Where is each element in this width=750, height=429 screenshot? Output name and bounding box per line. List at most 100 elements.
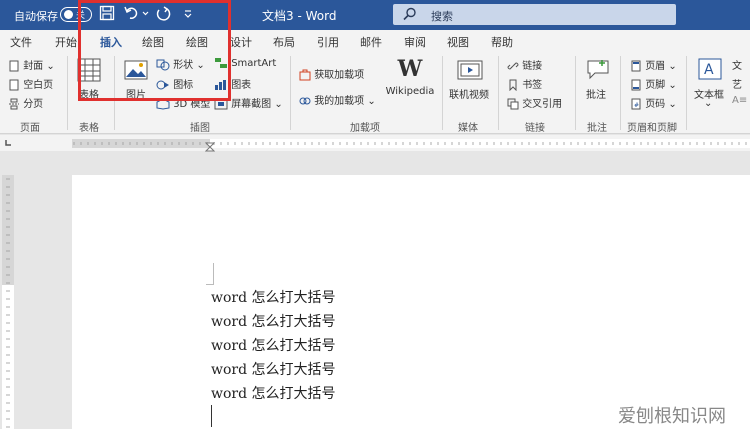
cover-page-button[interactable]: 封面 ⌄	[8, 57, 55, 72]
search-box[interactable]: 搜索	[393, 4, 676, 25]
cross-reference-button[interactable]: 交叉引用	[507, 95, 562, 110]
separator	[575, 56, 576, 130]
document-line[interactable]: word 怎么打大括号	[211, 311, 336, 331]
link-icon	[507, 62, 519, 70]
online-video-label: 联机视频	[449, 90, 489, 101]
group-label-pages: 页面	[20, 123, 40, 134]
dropdown-arrow: ⌄	[665, 80, 677, 91]
tab-layout[interactable]: 布局	[273, 34, 295, 50]
wikipedia-label: Wikipedia	[385, 86, 435, 97]
bookmark-button[interactable]: 书签	[507, 76, 542, 91]
dropcap-icon[interactable]: A≡	[732, 95, 747, 106]
blank-page-icon	[9, 79, 19, 91]
blank-page-label: 空白页	[23, 80, 54, 91]
dropdown-arrow: ⌄	[665, 99, 677, 110]
my-addins-icon	[299, 97, 311, 105]
text-cursor	[211, 405, 212, 427]
svg-text:A: A	[704, 62, 714, 78]
separator	[498, 56, 499, 130]
wikipedia-button[interactable]: W Wikipedia	[385, 58, 435, 97]
tab-review[interactable]: 审阅	[404, 34, 426, 50]
separator	[686, 56, 687, 130]
wordart-label: 艺	[732, 80, 742, 91]
header-button[interactable]: 页眉 ⌄	[630, 57, 677, 72]
tab-file[interactable]: 文件	[10, 34, 32, 50]
tab-mailings[interactable]: 邮件	[360, 34, 382, 50]
document-title: 文档3 - Word	[262, 9, 337, 23]
dropdown-arrow: ⌄	[704, 98, 713, 109]
bookmark-label: 书签	[522, 80, 543, 91]
document-line[interactable]: word 怎么打大括号	[211, 359, 336, 379]
dropdown-arrow: ⌄	[665, 61, 677, 72]
link-button[interactable]: 链接	[507, 57, 542, 72]
cover-page-label: 封面	[23, 61, 44, 72]
my-addins-button[interactable]: 我的加载项 ⌄	[299, 92, 376, 107]
chart-label: 图表	[231, 80, 252, 91]
document-line[interactable]: word 怎么打大括号	[211, 383, 336, 403]
online-video-icon	[457, 60, 483, 80]
tab-references[interactable]: 引用	[317, 34, 339, 50]
textbox-icon: A	[698, 58, 722, 80]
page-number-label: 页码	[645, 99, 666, 110]
document-page[interactable]: word 怎么打大括号 word 怎么打大括号 word 怎么打大括号 word…	[72, 175, 750, 429]
tab-view[interactable]: 视图	[447, 34, 469, 50]
my-addins-label: 我的加载项	[314, 96, 365, 107]
page-break-icon	[9, 98, 19, 110]
page-number-icon: #	[631, 98, 641, 110]
watermark: 爱刨根知识网	[618, 406, 726, 427]
group-label-tables: 表格	[79, 123, 99, 134]
comment-icon	[587, 60, 609, 80]
group-label-comments: 批注	[587, 123, 607, 134]
margin-corner-mark	[206, 263, 214, 285]
quick-parts-label: 文	[732, 61, 742, 72]
horizontal-ruler[interactable]	[0, 135, 750, 152]
vertical-ruler[interactable]	[2, 175, 14, 429]
get-addins-button[interactable]: 获取加载项	[299, 66, 364, 81]
get-addins-label: 获取加载项	[314, 70, 365, 81]
separator	[620, 56, 621, 130]
page-break-button[interactable]: 分页	[8, 95, 43, 110]
cover-page-icon	[9, 60, 19, 72]
dropdown-arrow: ⌄	[271, 99, 283, 110]
wikipedia-icon: W	[397, 56, 423, 82]
search-placeholder: 搜索	[431, 10, 453, 23]
quick-parts-button[interactable]: 文	[732, 57, 742, 72]
document-line[interactable]: word 怎么打大括号	[211, 335, 336, 355]
page-break-label: 分页	[23, 99, 44, 110]
dropdown-arrow: ⌄	[364, 96, 376, 107]
search-icon	[403, 7, 416, 21]
bookmark-icon	[509, 79, 517, 91]
group-label-header-footer: 页眉和页脚	[627, 123, 677, 134]
vertical-ruler-ticks	[6, 178, 10, 428]
document-line[interactable]: word 怎么打大括号	[211, 287, 336, 307]
header-label: 页眉	[645, 61, 666, 72]
wordart-button[interactable]: 艺	[732, 76, 742, 91]
group-label-links: 链接	[525, 123, 545, 134]
separator	[290, 56, 291, 130]
dropdown-arrow: ⌄	[43, 61, 55, 72]
tab-help[interactable]: 帮助	[491, 34, 513, 50]
blank-page-button[interactable]: 空白页	[8, 76, 53, 91]
autosave-label: 自动保存	[14, 10, 58, 23]
indent-marker-icon[interactable]	[205, 142, 215, 152]
page-number-button[interactable]: # 页码 ⌄	[630, 95, 677, 110]
tab-selector-icon[interactable]	[3, 138, 13, 148]
group-label-illustrations: 插图	[190, 123, 210, 134]
separator	[67, 56, 68, 130]
cross-reference-icon	[507, 98, 519, 110]
tab-home[interactable]: 开始	[55, 34, 77, 50]
footer-button[interactable]: 页脚 ⌄	[630, 76, 677, 91]
svg-text:#: #	[634, 102, 639, 109]
cross-reference-label: 交叉引用	[522, 99, 563, 110]
toggle-knob	[64, 10, 73, 19]
screenshot-label: 屏幕截图	[231, 99, 272, 110]
store-icon	[299, 69, 311, 81]
tab-design[interactable]: 设计	[230, 34, 252, 50]
group-label-addins: 加载项	[350, 123, 380, 134]
comment-label: 批注	[586, 90, 606, 101]
separator	[442, 56, 443, 130]
footer-label: 页脚	[645, 80, 666, 91]
smartart-label: SmartArt	[231, 58, 277, 69]
ruler-ticks	[73, 142, 747, 145]
footer-icon	[631, 79, 641, 91]
